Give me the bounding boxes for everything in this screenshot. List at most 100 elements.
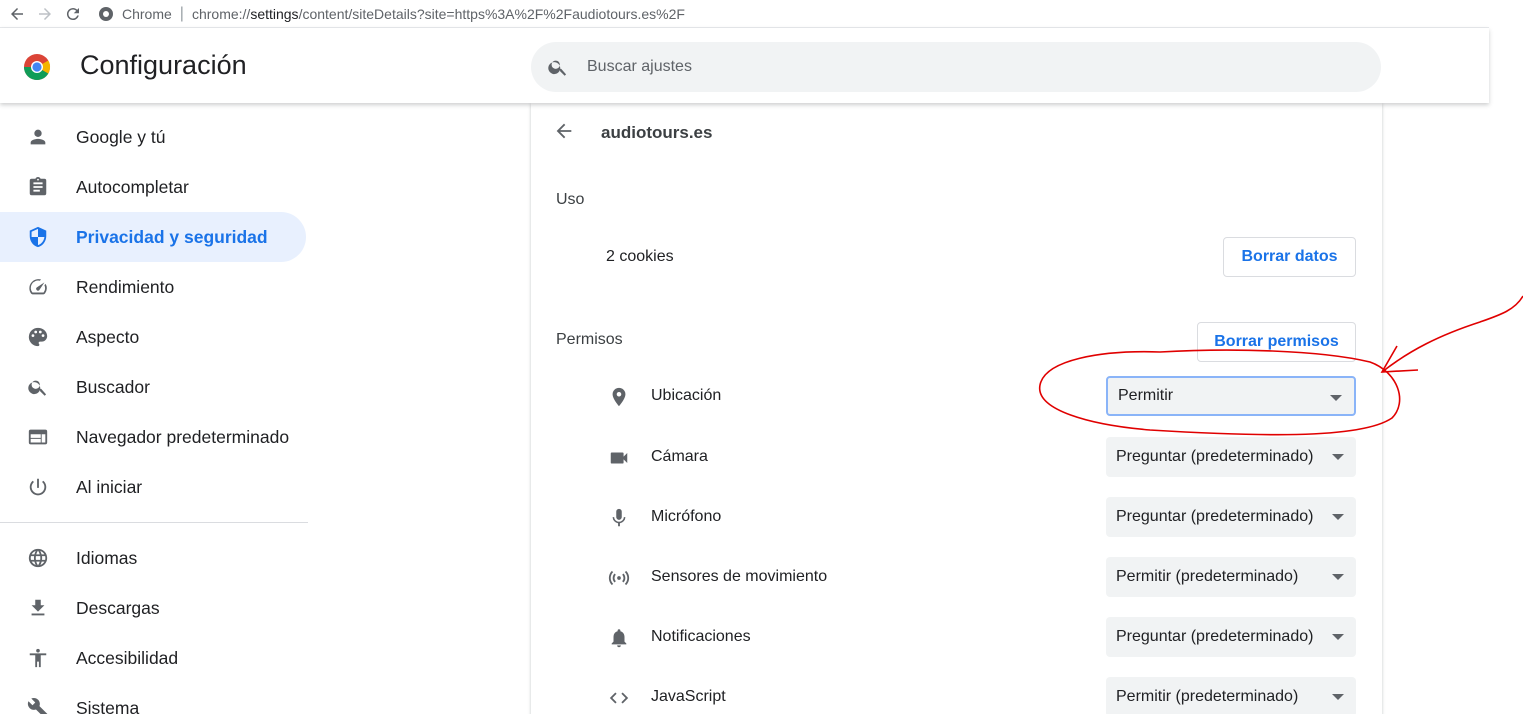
url-path: /content/siteDetails?site=https%3A%2F%2F… (298, 5, 685, 22)
chrome-badge-icon (99, 6, 113, 21)
camera-icon (607, 446, 631, 470)
address-bar: Chrome | chrome://settings/content/siteD… (0, 0, 1489, 28)
select-value: Permitir (1118, 387, 1174, 404)
shield-icon (26, 225, 50, 249)
globe-icon (26, 546, 50, 570)
select-value: Permitir (predeterminado) (1116, 688, 1299, 705)
sidebar-item-label: Accesibilidad (76, 647, 179, 668)
chevron-down-icon (1330, 395, 1342, 401)
sidebar-item-default-browser[interactable]: Navegador predeterminado (0, 412, 306, 462)
bell-icon (607, 626, 631, 650)
location-permission-select[interactable]: Permitir (1106, 376, 1356, 416)
sidebar-item-languages[interactable]: Idiomas (0, 533, 306, 583)
person-icon (26, 125, 50, 149)
sidebar-item-label: Aspecto (76, 326, 140, 347)
download-icon (26, 596, 50, 620)
camera-permission-select[interactable]: Preguntar (predeterminado) (1106, 437, 1356, 477)
sidebar-item-label: Autocompletar (76, 176, 189, 197)
accessibility-icon (26, 646, 50, 670)
permission-row-location: Ubicación Permitir (531, 374, 1382, 420)
sidebar-item-on-startup[interactable]: Al iniciar (0, 462, 306, 512)
clear-data-button[interactable]: Borrar datos (1223, 237, 1356, 277)
usage-heading: Uso (556, 191, 585, 208)
sidebar-item-label: Privacidad y seguridad (76, 226, 268, 247)
sidebar-item-search-engine[interactable]: Buscador (0, 362, 306, 412)
address-url[interactable]: chrome://settings/content/siteDetails?si… (192, 6, 685, 22)
permission-row-camera: Cámara Preguntar (predeterminado) (531, 435, 1382, 481)
permission-label: Ubicación (651, 387, 722, 404)
location-pin-icon (607, 385, 631, 409)
sidebar-item-performance[interactable]: Rendimiento (0, 262, 306, 312)
page-title: Configuración (80, 50, 247, 80)
microphone-permission-select[interactable]: Preguntar (predeterminado) (1106, 497, 1356, 537)
site-title: audiotours.es (601, 123, 713, 142)
permission-label: Cámara (651, 448, 708, 465)
cookies-count: 2 cookies (606, 248, 674, 265)
select-value: Preguntar (predeterminado) (1116, 508, 1314, 525)
motion-sensors-permission-select[interactable]: Permitir (predeterminado) (1106, 557, 1356, 597)
sidebar-divider (0, 522, 308, 523)
sidebar-item-label: Sistema (76, 697, 140, 714)
microphone-icon (607, 506, 631, 530)
reload-button[interactable] (62, 3, 84, 25)
sidebar-item-label: Idiomas (76, 547, 138, 568)
url-host: settings (250, 5, 299, 22)
sidebar-item-downloads[interactable]: Descargas (0, 583, 306, 633)
arrow-right-icon (39, 7, 51, 20)
select-value: Preguntar (predeterminado) (1116, 448, 1314, 465)
clipboard-icon (26, 175, 50, 199)
sidebar-item-privacy[interactable]: Privacidad y seguridad (0, 212, 306, 262)
sidebar-item-autofill[interactable]: Autocompletar (0, 162, 306, 212)
back-button[interactable] (553, 120, 579, 146)
sidebar-item-label: Rendimiento (76, 276, 175, 297)
permission-label: Micrófono (651, 508, 722, 525)
reset-permissions-button[interactable]: Borrar permisos (1197, 322, 1356, 362)
search-icon (548, 60, 567, 76)
sidebar-item-accessibility[interactable]: Accesibilidad (0, 633, 306, 683)
chevron-down-icon (1332, 694, 1344, 700)
arrow-back-icon (556, 123, 572, 139)
annotation-arrow-head (1380, 345, 1419, 373)
sidebar-item-label: Google y tú (76, 126, 166, 147)
permission-row-notifications: Notificaciones Preguntar (predeterminado… (531, 615, 1382, 661)
motion-sensor-icon (607, 566, 631, 590)
notifications-permission-select[interactable]: Preguntar (predeterminado) (1106, 617, 1356, 657)
reload-icon (66, 7, 79, 20)
sidebar-item-label: Al iniciar (76, 476, 143, 497)
palette-icon (26, 325, 50, 349)
forward-nav-button[interactable] (34, 3, 56, 25)
speedometer-icon (26, 275, 50, 299)
address-origin-label: Chrome (122, 5, 172, 22)
url-prefix: chrome:// (191, 5, 251, 22)
sidebar-item-appearance[interactable]: Aspecto (0, 312, 306, 362)
permission-label: Notificaciones (651, 628, 751, 645)
arrow-left-icon (11, 7, 23, 20)
permission-row-microphone: Micrófono Preguntar (predeterminado) (531, 495, 1382, 541)
search-box[interactable] (531, 42, 1381, 92)
sidebar-item-label: Descargas (76, 597, 160, 618)
chevron-down-icon (1332, 454, 1344, 460)
back-nav-button[interactable] (6, 3, 28, 25)
annotation-arrow-line (1381, 295, 1523, 373)
search-input[interactable] (587, 58, 1287, 76)
select-value: Preguntar (predeterminado) (1116, 628, 1314, 645)
site-details-card: audiotours.es Uso 2 cookies Borrar datos… (531, 103, 1382, 714)
permissions-heading: Permisos (556, 331, 623, 348)
sidebar: Google y tú Autocompletar Privacidad y s… (0, 112, 310, 714)
power-icon (26, 475, 50, 499)
permission-row-motion-sensors: Sensores de movimiento Permitir (predete… (531, 555, 1382, 601)
permission-row-javascript: JavaScript Permitir (predeterminado) (531, 675, 1382, 714)
permission-label: Sensores de movimiento (651, 568, 828, 585)
address-separator: | (179, 4, 184, 22)
sidebar-item-label: Navegador predeterminado (76, 426, 290, 447)
chevron-down-icon (1332, 634, 1344, 640)
chevron-down-icon (1332, 514, 1344, 520)
sidebar-item-label: Buscador (76, 376, 150, 397)
browser-window-icon (26, 425, 50, 449)
sidebar-item-system[interactable]: Sistema (0, 683, 306, 714)
chevron-down-icon (1332, 574, 1344, 580)
chrome-logo-icon (23, 54, 51, 81)
javascript-permission-select[interactable]: Permitir (predeterminado) (1106, 677, 1356, 714)
sidebar-item-google[interactable]: Google y tú (0, 112, 306, 162)
wrench-icon (26, 696, 50, 714)
